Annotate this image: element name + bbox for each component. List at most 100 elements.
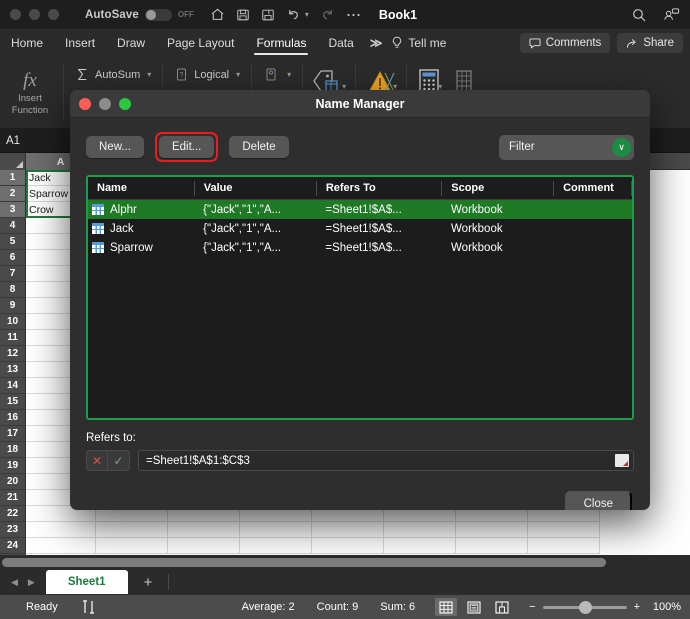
row-header-18[interactable]: 18	[0, 442, 26, 458]
undo-icon[interactable]	[286, 7, 301, 22]
cell-C23[interactable]	[168, 522, 240, 538]
zoom-slider[interactable]	[543, 606, 627, 609]
redo-icon[interactable]	[320, 7, 335, 22]
cell-G23[interactable]	[456, 522, 528, 538]
row-header-6[interactable]: 6	[0, 250, 26, 266]
cell-F24[interactable]	[384, 538, 456, 554]
edit-button[interactable]: Edit...	[159, 136, 214, 158]
column-header-comment[interactable]: Comment	[554, 181, 632, 196]
row-header-20[interactable]: 20	[0, 474, 26, 490]
row-header-24[interactable]: 24	[0, 538, 26, 554]
accessibility-icon[interactable]	[58, 600, 95, 614]
tab-insert[interactable]: Insert	[54, 29, 106, 57]
page-break-view-icon[interactable]	[491, 598, 513, 616]
undo-chevron-down-icon[interactable]: ▾	[305, 10, 309, 19]
filter-dropdown[interactable]: Filter ∨	[499, 135, 634, 160]
cell-B23[interactable]	[96, 522, 168, 538]
refers-cancel-icon[interactable]: ✕	[86, 450, 108, 471]
names-table[interactable]: NameValueRefers ToScopeComment Alphr{"Ja…	[86, 175, 634, 420]
lookup-chevron-down-icon[interactable]: ▾	[287, 70, 291, 79]
tab-page-layout[interactable]: Page Layout	[156, 29, 245, 57]
close-window-button[interactable]	[10, 9, 21, 20]
row-header-8[interactable]: 8	[0, 282, 26, 298]
zoom-level-label[interactable]: 100%	[647, 601, 681, 613]
cell-C24[interactable]	[168, 538, 240, 554]
row-header-11[interactable]: 11	[0, 330, 26, 346]
insert-function-button[interactable]: fx Insert Function	[0, 57, 60, 129]
tab-draw[interactable]: Draw	[106, 29, 156, 57]
page-layout-view-icon[interactable]	[463, 598, 485, 616]
range-picker-icon[interactable]	[615, 454, 629, 467]
comments-button[interactable]: Comments	[520, 33, 611, 53]
autosum-chevron-down-icon[interactable]: ▾	[147, 70, 151, 79]
refers-accept-icon[interactable]: ✓	[108, 450, 130, 471]
zoom-slider-handle[interactable]	[579, 601, 592, 614]
tab-formulas[interactable]: Formulas	[245, 29, 317, 57]
cell-H24[interactable]	[528, 538, 600, 554]
row-header-23[interactable]: 23	[0, 522, 26, 538]
sheet-tab-sheet1[interactable]: Sheet1	[46, 570, 128, 594]
row-header-4[interactable]: 4	[0, 218, 26, 234]
cell-F23[interactable]	[384, 522, 456, 538]
home-icon[interactable]	[210, 7, 225, 22]
collaborate-icon[interactable]	[663, 7, 680, 23]
cell-E23[interactable]	[312, 522, 384, 538]
select-all-corner[interactable]	[0, 153, 26, 170]
name-box[interactable]: A1	[0, 129, 70, 153]
refers-to-input[interactable]: =Sheet1!$A$1:$C$3	[138, 450, 634, 471]
row-header-3[interactable]: 3	[0, 202, 26, 218]
names-table-body[interactable]: Alphr{"Jack","1","A...=Sheet1!$A$...Work…	[88, 200, 632, 257]
sheet-next-icon[interactable]: ▶	[28, 577, 35, 588]
zoom-in-button[interactable]: +	[634, 601, 640, 613]
maximize-window-button[interactable]	[48, 9, 59, 20]
tell-me-search[interactable]: Tell me	[387, 36, 446, 50]
row-header-1[interactable]: 1	[0, 170, 26, 186]
row-header-22[interactable]: 22	[0, 506, 26, 522]
row-header-2[interactable]: 2	[0, 186, 26, 202]
save-as-icon[interactable]	[261, 8, 275, 22]
column-header-name[interactable]: Name	[88, 181, 195, 196]
cell-H23[interactable]	[528, 522, 600, 538]
table-row[interactable]: Jack{"Jack","1","A...=Sheet1!$A$...Workb…	[88, 219, 632, 238]
row-header-19[interactable]: 19	[0, 458, 26, 474]
add-sheet-button[interactable]: +	[128, 574, 169, 591]
search-icon[interactable]	[631, 7, 647, 23]
logical-button[interactable]: ? Logical ▾	[170, 65, 244, 84]
cell-D24[interactable]	[240, 538, 312, 554]
horizontal-scrollbar-thumb[interactable]	[2, 558, 606, 567]
window-traffic-lights[interactable]	[0, 9, 59, 20]
tab-data[interactable]: Data	[317, 29, 364, 57]
row-header-17[interactable]: 17	[0, 426, 26, 442]
row-header-21[interactable]: 21	[0, 490, 26, 506]
row-header-10[interactable]: 10	[0, 314, 26, 330]
cell-A23[interactable]	[26, 522, 96, 538]
horizontal-scrollbar[interactable]	[0, 555, 690, 569]
row-header-16[interactable]: 16	[0, 410, 26, 426]
zoom-out-button[interactable]: −	[529, 601, 535, 613]
row-header-14[interactable]: 14	[0, 378, 26, 394]
autosum-button[interactable]: AutoSum ▾	[71, 65, 155, 84]
cell-B24[interactable]	[96, 538, 168, 554]
minimize-window-button[interactable]	[29, 9, 40, 20]
delete-button[interactable]: Delete	[229, 136, 288, 158]
row-header-15[interactable]: 15	[0, 394, 26, 410]
table-row[interactable]: Sparrow{"Jack","1","A...=Sheet1!$A$...Wo…	[88, 238, 632, 257]
tab-home[interactable]: Home	[0, 29, 54, 57]
cell-A24[interactable]	[26, 538, 96, 554]
cell-D23[interactable]	[240, 522, 312, 538]
row-header-5[interactable]: 5	[0, 234, 26, 250]
new-button[interactable]: New...	[86, 136, 144, 158]
row-header-7[interactable]: 7	[0, 266, 26, 282]
cell-E24[interactable]	[312, 538, 384, 554]
name-manager-dialog[interactable]: Name Manager New... Edit... Delete Filte…	[70, 90, 650, 510]
autosave-toggle[interactable]	[145, 9, 172, 21]
column-header-refers-to[interactable]: Refers To	[317, 181, 442, 196]
share-button[interactable]: Share	[617, 33, 683, 53]
save-icon[interactable]	[236, 8, 250, 22]
close-button[interactable]: Close	[565, 491, 632, 510]
filter-chevron-down-icon[interactable]: ∨	[612, 138, 631, 157]
sheet-nav-arrows[interactable]: ◀ ▶	[0, 577, 46, 588]
normal-view-icon[interactable]	[435, 598, 457, 616]
table-row[interactable]: Alphr{"Jack","1","A...=Sheet1!$A$...Work…	[88, 200, 632, 219]
column-header-scope[interactable]: Scope	[442, 181, 554, 196]
